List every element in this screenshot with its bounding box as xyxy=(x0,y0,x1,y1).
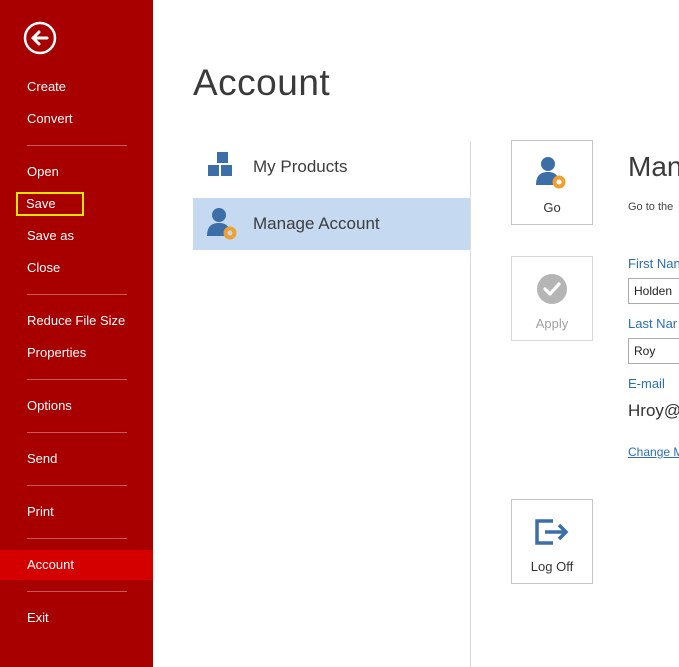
nav-my-products-label: My Products xyxy=(253,157,348,176)
menu-send[interactable]: Send xyxy=(0,444,153,474)
email-label: E-mail xyxy=(628,376,665,391)
menu-account-label: Account xyxy=(27,557,74,572)
first-name-field[interactable] xyxy=(628,278,679,304)
nav-manage-account-label: Manage Account xyxy=(253,214,380,233)
menu-reduce-file-size[interactable]: Reduce File Size xyxy=(0,306,153,336)
menu-save-label: Save xyxy=(16,192,84,216)
first-name-label: First Nan xyxy=(628,256,679,271)
menu-divider xyxy=(27,294,127,295)
menu-save-as[interactable]: Save as xyxy=(0,221,153,251)
menu-divider xyxy=(27,432,127,433)
menu-print[interactable]: Print xyxy=(0,497,153,527)
email-value: Hroy@ xyxy=(628,401,679,420)
blocks-icon xyxy=(193,151,253,183)
menu-divider xyxy=(27,591,127,592)
menu-convert-label: Convert xyxy=(27,111,73,126)
menu-print-label: Print xyxy=(27,504,54,519)
go-button[interactable]: Go xyxy=(511,140,593,225)
detail-subtitle: Go to the xyxy=(628,201,674,213)
page-title: Account xyxy=(193,62,331,103)
menu-create[interactable]: Create xyxy=(0,72,153,102)
apply-button[interactable]: Apply xyxy=(511,256,593,341)
last-name-label: Last Nar xyxy=(628,316,678,331)
menu-send-label: Send xyxy=(27,451,58,466)
detail-title: Man xyxy=(628,151,679,182)
check-circle-icon xyxy=(537,274,567,304)
menu-account[interactable]: Account xyxy=(0,550,153,580)
nav-manage-account[interactable]: Manage Account xyxy=(193,198,470,250)
nav-my-products[interactable]: My Products xyxy=(193,141,470,193)
menu-exit[interactable]: Exit xyxy=(0,603,153,633)
user-gear-icon xyxy=(193,206,253,242)
menu-save-as-label: Save as xyxy=(27,228,74,243)
menu-close-label: Close xyxy=(27,260,61,275)
menu-properties-label: Properties xyxy=(27,345,87,360)
menu-properties[interactable]: Properties xyxy=(0,338,153,368)
menu-open[interactable]: Open xyxy=(0,157,153,187)
menu-options-label: Options xyxy=(27,398,72,413)
go-button-label: Go xyxy=(543,200,561,215)
menu-options[interactable]: Options xyxy=(0,391,153,421)
menu-divider xyxy=(27,538,127,539)
menu-save[interactable]: Save xyxy=(0,189,153,219)
last-name-field[interactable] xyxy=(628,338,679,364)
menu-convert[interactable]: Convert xyxy=(0,104,153,134)
apply-button-label: Apply xyxy=(535,316,569,331)
menu-open-label: Open xyxy=(27,164,59,179)
menu-divider xyxy=(27,145,127,146)
menu-divider xyxy=(27,379,127,380)
logoff-icon xyxy=(535,519,569,545)
menu-close[interactable]: Close xyxy=(0,253,153,283)
menu-create-label: Create xyxy=(27,79,67,94)
back-arrow-icon xyxy=(23,21,57,55)
log-off-button[interactable]: Log Off xyxy=(511,499,593,584)
menu-divider xyxy=(27,485,127,486)
back-button[interactable] xyxy=(23,21,57,55)
log-off-button-label: Log Off xyxy=(530,559,574,574)
menu-exit-label: Exit xyxy=(27,610,49,625)
pane-divider xyxy=(470,141,471,667)
menu-reduce-file-size-label: Reduce File Size xyxy=(27,313,126,328)
backstage-sidebar: Create Convert Open Save Save as Close R… xyxy=(0,0,153,667)
user-gear-icon xyxy=(536,157,566,189)
change-link[interactable]: Change M xyxy=(628,445,679,459)
